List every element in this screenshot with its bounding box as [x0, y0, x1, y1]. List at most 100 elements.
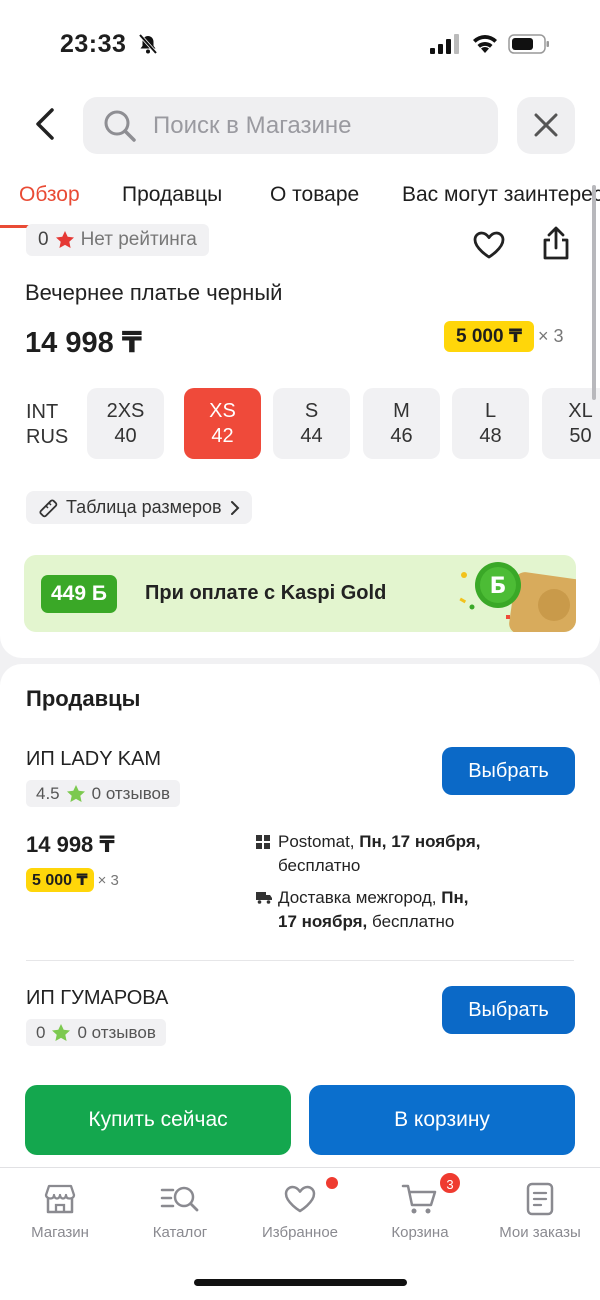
- seller-rating-chip[interactable]: 4.5 0 отзывов: [26, 780, 181, 807]
- share-icon[interactable]: [538, 226, 574, 262]
- product-card: 0 Нет рейтинга Вечернее платье черный 14…: [0, 224, 600, 658]
- star-icon: [55, 231, 74, 248]
- size-selector: 2XS 40 XS 42 S 44 M 46 L 48 XL 50: [87, 388, 600, 460]
- kaspi-bonus-badge: 449 Б: [41, 575, 117, 613]
- delivery-postomat: Postomat, Пн, 17 ноября, бесплатно: [256, 830, 480, 878]
- installment-months: × 3: [538, 326, 564, 346]
- chevron-right-icon: [230, 500, 240, 515]
- size-int: XL: [568, 400, 593, 422]
- size-rus: 42: [211, 425, 234, 447]
- seller-installment: 5 000 ₸ × 3: [26, 868, 119, 892]
- buy-now-button[interactable]: Купить сейчас: [25, 1085, 291, 1155]
- store-icon: [44, 1184, 76, 1214]
- section-tabs: Обзор Продавцы О товаре Вас могут заинте…: [0, 170, 600, 230]
- seller-rating-chip[interactable]: 0 0 отзывов: [26, 1019, 166, 1046]
- kaspi-gold-banner[interactable]: 449 Б При оплате с Kaspi Gold Б: [24, 555, 576, 632]
- heart-icon: [284, 1185, 316, 1213]
- search-input[interactable]: Поиск в Магазине: [83, 97, 498, 154]
- tabbar-item-catalog[interactable]: Каталог: [120, 1182, 240, 1241]
- tabbar-label: Корзина: [391, 1224, 449, 1241]
- rating-count: 0: [38, 229, 49, 250]
- size-int: M: [393, 400, 410, 422]
- tabbar-item-favorites[interactable]: Избранное: [240, 1182, 360, 1241]
- battery-icon: [508, 34, 549, 54]
- size-table-label: Таблица размеров: [66, 497, 222, 517]
- catalog-icon: [160, 1186, 199, 1212]
- tab-sellers[interactable]: Продавцы: [122, 183, 222, 207]
- cart-icon: [401, 1184, 437, 1214]
- rating-chip[interactable]: 0 Нет рейтинга: [26, 224, 209, 256]
- seller-rating: 0: [36, 1022, 46, 1042]
- size-rus: 50: [569, 425, 592, 447]
- size-option-m[interactable]: M 46: [363, 388, 440, 459]
- bell-muted-icon: [138, 33, 158, 55]
- tab-recommendations[interactable]: Вас могут заинтересовать: [402, 183, 600, 207]
- product-price: 14 998 ₸: [25, 327, 142, 359]
- delivery-intercity-day: Пн,: [441, 888, 469, 907]
- delivery-postomat-type: Postomat,: [278, 832, 360, 851]
- seller-reviews: 0 отзывов: [91, 783, 171, 803]
- ruler-icon: [39, 498, 58, 517]
- tab-about-product[interactable]: О товаре: [270, 183, 359, 207]
- seller-name[interactable]: ИП LADY KAM: [26, 748, 161, 771]
- truck-icon: [256, 892, 272, 904]
- seller-rating: 4.5: [36, 783, 60, 803]
- close-icon: [534, 113, 558, 137]
- favorites-notification-dot: [326, 1177, 338, 1189]
- size-system-labels: INT RUS: [26, 400, 68, 450]
- favorite-heart-icon[interactable]: [472, 230, 506, 260]
- postomat-icon: [256, 835, 270, 849]
- wifi-icon: [473, 35, 497, 53]
- choose-seller-button[interactable]: Выбрать: [442, 986, 575, 1034]
- rating-text: Нет рейтинга: [80, 229, 197, 250]
- size-int: XS: [209, 400, 236, 422]
- sellers-heading: Продавцы: [26, 686, 141, 711]
- size-option-xs[interactable]: XS 42: [184, 388, 261, 459]
- add-to-cart-button[interactable]: В корзину: [309, 1085, 575, 1155]
- back-arrow-icon[interactable]: [30, 104, 60, 144]
- delivery-postomat-date: Пн, 17 ноября,: [359, 832, 481, 851]
- status-time: 23:33: [60, 30, 127, 58]
- size-rus: 40: [114, 425, 137, 447]
- tab-overview[interactable]: Обзор: [19, 183, 80, 207]
- star-icon: [66, 784, 85, 802]
- seller-installment-months: × 3: [97, 871, 119, 889]
- close-button[interactable]: [517, 97, 575, 154]
- tabbar-item-store[interactable]: Магазин: [0, 1182, 120, 1241]
- kaspi-card-illustration-icon: Б: [459, 562, 576, 632]
- size-table-button[interactable]: Таблица размеров: [26, 491, 252, 524]
- status-bar: 23:33: [0, 0, 600, 80]
- tabbar-label: Избранное: [261, 1224, 339, 1241]
- size-rus: 46: [390, 425, 413, 447]
- svg-text:Б: Б: [490, 574, 507, 599]
- delivery-postomat-cost: бесплатно: [278, 856, 361, 875]
- search-placeholder: Поиск в Магазине: [153, 112, 352, 139]
- size-label-rus: RUS: [26, 426, 69, 448]
- size-rus: 48: [479, 425, 502, 447]
- size-option-s[interactable]: S 44: [273, 388, 350, 459]
- size-int: L: [484, 400, 497, 422]
- seller-name[interactable]: ИП ГУМАРОВА: [26, 987, 168, 1010]
- seller-divider: [26, 960, 574, 961]
- page-scrollbar[interactable]: [592, 185, 596, 400]
- orders-icon: [526, 1182, 554, 1216]
- size-rus: 44: [300, 425, 323, 447]
- home-indicator[interactable]: [194, 1279, 407, 1286]
- seller-reviews: 0 отзывов: [77, 1022, 156, 1042]
- size-label-int: INT: [26, 401, 59, 423]
- seller-installment-amount: 5 000 ₸: [26, 868, 94, 892]
- tabbar-label: Мои заказы: [499, 1224, 581, 1241]
- delivery-intercity-cost: бесплатно: [367, 912, 455, 931]
- product-title: Вечернее платье черный: [25, 280, 283, 305]
- choose-seller-button[interactable]: Выбрать: [442, 747, 575, 795]
- tabbar-item-cart[interactable]: Корзина: [360, 1182, 480, 1241]
- delivery-intercity-date: 17 ноября,: [278, 912, 368, 931]
- size-option-2xs[interactable]: 2XS 40: [87, 388, 164, 459]
- tabbar-item-orders[interactable]: Мои заказы: [480, 1182, 600, 1241]
- search-icon: [104, 110, 136, 142]
- delivery-intercity: Доставка межгород, Пн, 17 ноября, беспла…: [256, 886, 468, 934]
- tabbar-label: Магазин: [31, 1224, 89, 1241]
- size-option-l[interactable]: L 48: [452, 388, 529, 459]
- cellular-signal-icon: [430, 34, 459, 54]
- installment-amount: 5 000 ₸: [444, 321, 535, 352]
